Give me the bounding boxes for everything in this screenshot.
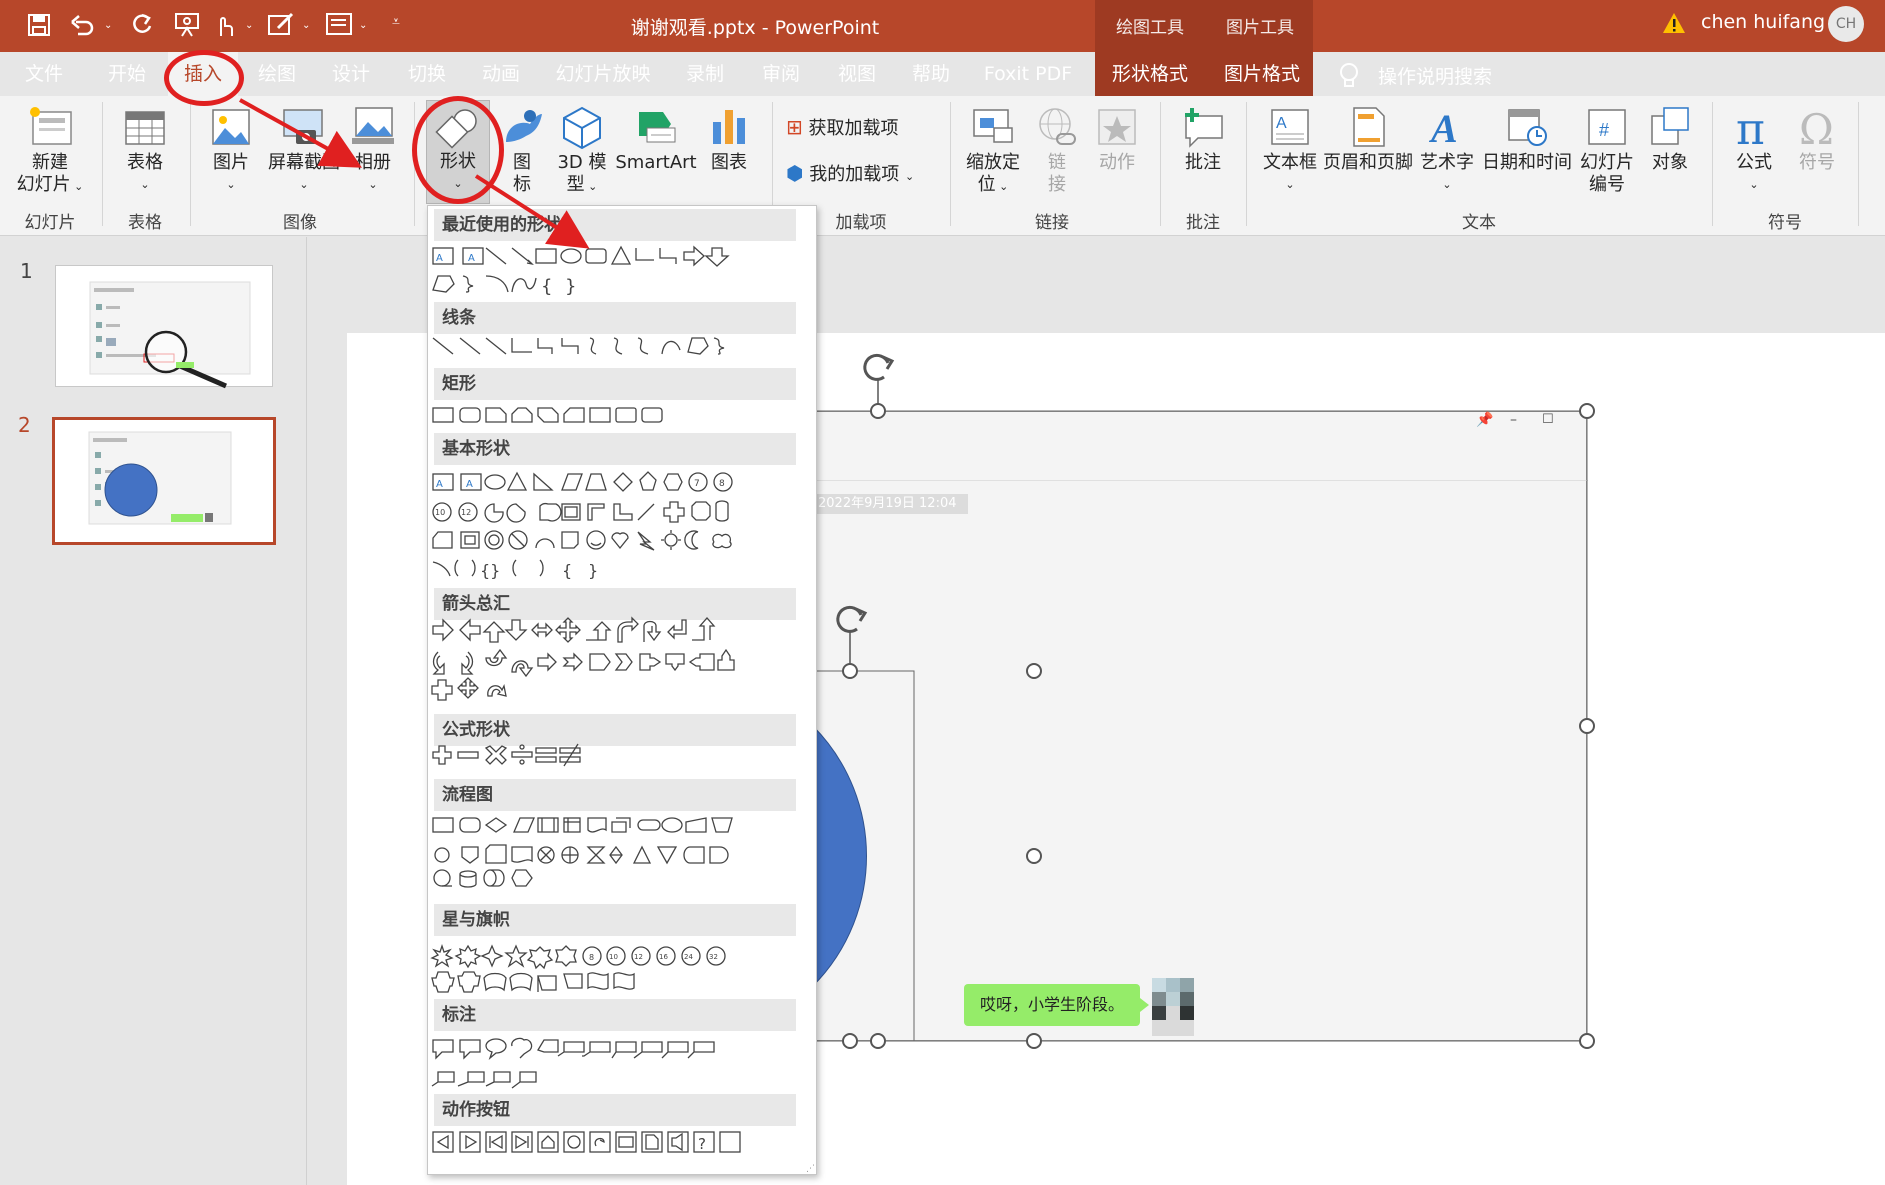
svg-text:}: } (588, 561, 598, 580)
action-buttons-row[interactable]: ? (432, 1131, 741, 1153)
svg-text:16: 16 (659, 953, 668, 961)
svg-text:32: 32 (709, 953, 718, 961)
svg-text:?: ? (698, 1135, 706, 1153)
svg-text:A: A (466, 479, 473, 490)
slide-thumbnail-2[interactable] (52, 417, 276, 545)
svg-text:A: A (436, 479, 443, 490)
stars-banners-grid[interactable]: 8 10 12 16 24 32 (430, 943, 726, 993)
flowchart-grid[interactable] (432, 817, 733, 888)
block-arrows-grid[interactable] (431, 528, 735, 701)
svg-text:24: 24 (684, 953, 693, 961)
svg-text:12: 12 (461, 508, 471, 517)
svg-text:12: 12 (634, 953, 643, 961)
resize-grip-icon[interactable]: ⋰ (806, 1164, 815, 1174)
svg-text:8: 8 (589, 953, 594, 962)
svg-text:10: 10 (435, 508, 445, 517)
svg-text:{: { (562, 561, 572, 580)
annotation-arrows (239, 98, 590, 249)
arrow-to-album (239, 98, 362, 168)
svg-text:8: 8 (719, 479, 725, 489)
callouts-grid[interactable] (431, 1037, 715, 1089)
arrow-to-recent-shapes (474, 174, 590, 249)
rectangles-row[interactable] (432, 407, 663, 423)
equation-shapes-row[interactable] (432, 743, 581, 767)
svg-text:7: 7 (694, 479, 700, 489)
svg-text:{}: {} (480, 561, 500, 580)
basic-shapes-grid[interactable]: A A 7 8 10 12 {} {} (432, 471, 733, 580)
slide-number: 2 (18, 413, 31, 437)
svg-text:10: 10 (609, 953, 618, 961)
